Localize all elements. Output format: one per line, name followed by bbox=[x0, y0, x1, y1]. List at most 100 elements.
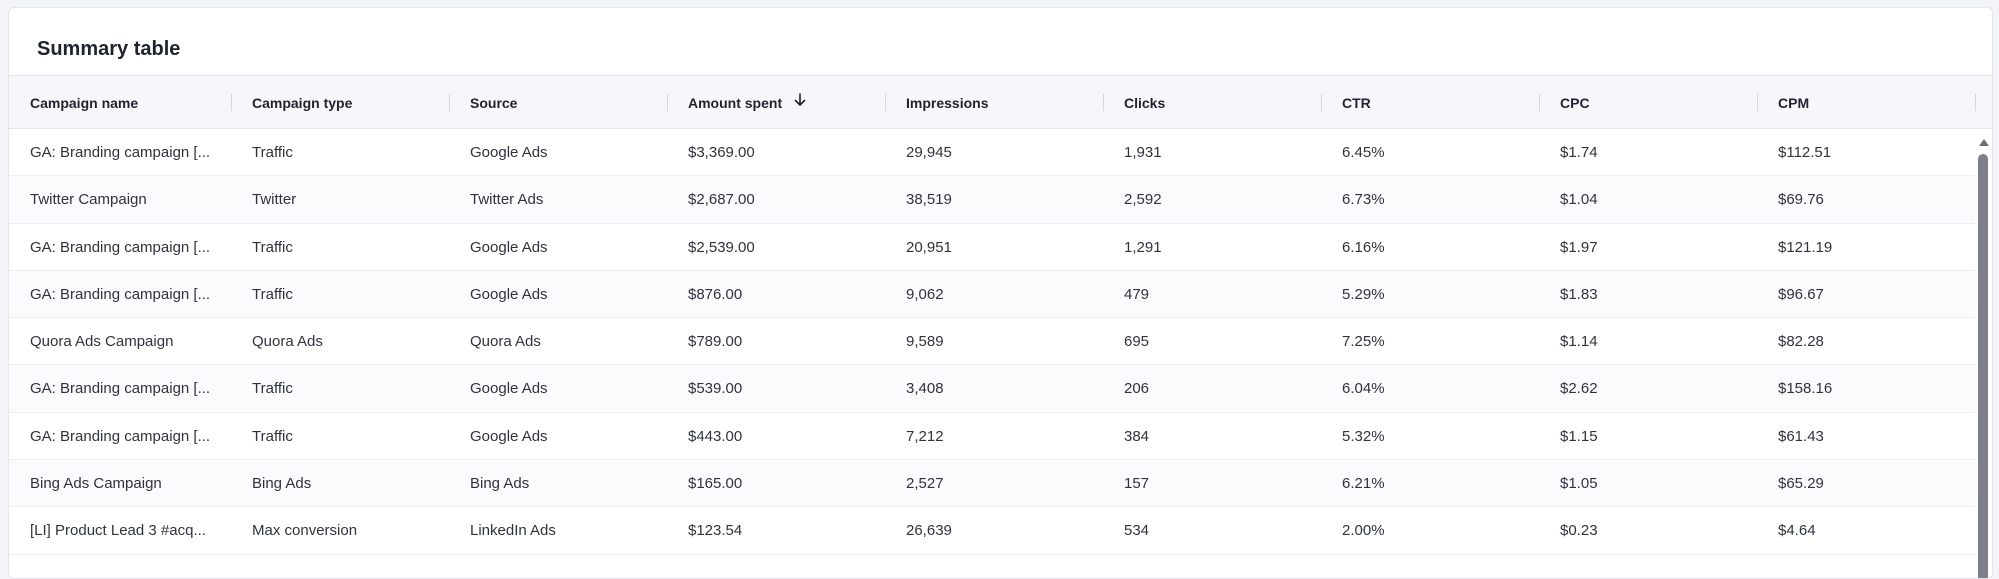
cell-amount-spent: $123.54 bbox=[688, 522, 743, 540]
cell-campaign-name: GA: Branding campaign [... bbox=[30, 285, 211, 303]
cell-cpc: $1.74 bbox=[1560, 144, 1598, 161]
cell-cpc: $0.23 bbox=[1560, 522, 1598, 540]
column-header-impressions[interactable]: Impressions bbox=[906, 76, 988, 130]
cell-source: Google Ads bbox=[470, 238, 548, 256]
column-resize-handle[interactable] bbox=[449, 94, 450, 111]
cell-source: Twitter Ads bbox=[470, 191, 544, 209]
cell-ctr: 5.32% bbox=[1342, 427, 1385, 445]
column-header-label: Amount spent bbox=[688, 95, 783, 111]
table-row[interactable]: GA: Branding campaign [... Traffic Google … bbox=[9, 129, 1975, 177]
cell-source: Google Ads bbox=[470, 380, 548, 398]
column-resize-handle[interactable] bbox=[231, 94, 232, 111]
column-resize-handle[interactable] bbox=[1321, 94, 1322, 111]
cell-ctr: 6.73% bbox=[1342, 191, 1385, 209]
scroll-up-icon[interactable] bbox=[1979, 139, 1989, 146]
cell-cpc: $2.62 bbox=[1560, 380, 1598, 398]
cell-campaign-type: Max conversion bbox=[252, 522, 358, 540]
column-resize-handle[interactable] bbox=[1975, 94, 1976, 111]
cell-clicks: 1,291 bbox=[1124, 238, 1162, 256]
cell-impressions: 3,408 bbox=[906, 380, 944, 398]
cell-campaign-name: GA: Branding campaign [... bbox=[30, 427, 211, 445]
cell-campaign-name: Quora Ads Campaign bbox=[30, 333, 174, 351]
cell-ctr: 6.16% bbox=[1342, 238, 1385, 256]
cell-cpm: $82.28 bbox=[1778, 333, 1824, 351]
cell-campaign-type: Traffic bbox=[252, 238, 293, 256]
cell-impressions: 9,062 bbox=[906, 285, 944, 303]
cell-impressions: 7,212 bbox=[906, 427, 944, 445]
table-row[interactable]: GA: Branding campaign [... Traffic Google … bbox=[9, 413, 1975, 461]
cell-amount-spent: $165.00 bbox=[688, 475, 743, 493]
table-row[interactable]: GA: Branding campaign [... Traffic Google … bbox=[9, 365, 1975, 413]
table-row[interactable]: GA: Branding campaign [... Traffic Google … bbox=[9, 270, 1975, 319]
column-header-campaign-name[interactable]: Campaign name bbox=[30, 76, 138, 130]
cell-campaign-name: GA: Branding campaign [... bbox=[30, 380, 211, 398]
table-body: GA: Branding campaign [... Traffic Google … bbox=[9, 129, 1975, 555]
cell-cpm: $158.16 bbox=[1778, 380, 1833, 398]
cell-impressions: 20,951 bbox=[906, 238, 952, 256]
cell-clicks: 2,592 bbox=[1124, 191, 1162, 209]
column-resize-handle[interactable] bbox=[1103, 94, 1104, 111]
table-header: Campaign name Campaign type Source Amoun… bbox=[9, 75, 1992, 129]
cell-cpc: $1.97 bbox=[1560, 238, 1598, 256]
cell-source: Bing Ads bbox=[470, 475, 530, 493]
column-resize-handle[interactable] bbox=[1539, 94, 1540, 111]
cell-cpm: $96.67 bbox=[1778, 285, 1824, 303]
cell-cpc: $1.14 bbox=[1560, 333, 1598, 351]
cell-campaign-name: Twitter Campaign bbox=[30, 191, 147, 209]
arrow-down-icon[interactable] bbox=[794, 75, 806, 129]
cell-cpm: $65.29 bbox=[1778, 475, 1824, 493]
cell-source: LinkedIn Ads bbox=[470, 522, 556, 540]
cell-cpc: $1.15 bbox=[1560, 427, 1598, 445]
cell-campaign-type: Quora Ads bbox=[252, 333, 323, 351]
column-header-cpc[interactable]: CPC bbox=[1560, 76, 1590, 130]
scrollbar-thumb[interactable] bbox=[1978, 154, 1988, 578]
column-resize-handle[interactable] bbox=[885, 94, 886, 111]
table-row[interactable]: Twitter Campaign Twitter Twitter Ads $2,687… bbox=[9, 176, 1975, 224]
cell-impressions: 29,945 bbox=[906, 144, 952, 161]
table-title: Summary table bbox=[37, 38, 181, 60]
table-row[interactable]: Quora Ads Campaign Quora Ads Quora Ads $789… bbox=[9, 318, 1975, 366]
cell-campaign-name: GA: Branding campaign [... bbox=[30, 144, 211, 161]
table-row[interactable]: GA: Branding campaign [... Traffic Google … bbox=[9, 224, 1975, 271]
column-header-source[interactable]: Source bbox=[470, 76, 517, 130]
cell-ctr: 6.45% bbox=[1342, 144, 1385, 161]
vertical-scrollbar[interactable] bbox=[1975, 129, 1992, 578]
cell-impressions: 2,527 bbox=[906, 475, 944, 493]
cell-clicks: 1,931 bbox=[1124, 144, 1162, 161]
column-header-ctr[interactable]: CTR bbox=[1342, 76, 1371, 130]
cell-ctr: 6.04% bbox=[1342, 380, 1385, 398]
column-header-campaign-type[interactable]: Campaign type bbox=[252, 76, 352, 130]
cell-amount-spent: $2,539.00 bbox=[688, 238, 755, 256]
cell-ctr: 7.25% bbox=[1342, 333, 1385, 351]
cell-cpm: $121.19 bbox=[1778, 238, 1833, 256]
table-row[interactable]: [LI] Product Lead 3 #acq... Max conversio… bbox=[9, 507, 1975, 555]
cell-clicks: 206 bbox=[1124, 380, 1150, 398]
table-row[interactable]: Bing Ads Campaign Bing Ads Bing Ads $165.00… bbox=[9, 460, 1975, 508]
cell-clicks: 534 bbox=[1124, 522, 1150, 540]
cell-campaign-name: [LI] Product Lead 3 #acq... bbox=[30, 522, 206, 540]
column-resize-handle[interactable] bbox=[1757, 94, 1758, 111]
cell-amount-spent: $3,369.00 bbox=[688, 144, 755, 161]
column-header-cpm[interactable]: CPM bbox=[1778, 76, 1809, 130]
cell-cpm: $112.51 bbox=[1778, 144, 1832, 161]
summary-table-card: Summary table Campaign name Campaign typ… bbox=[8, 7, 1993, 579]
cell-ctr: 5.29% bbox=[1342, 285, 1385, 303]
cell-campaign-name: Bing Ads Campaign bbox=[30, 475, 162, 493]
cell-cpc: $1.83 bbox=[1560, 285, 1598, 303]
cell-campaign-type: Traffic bbox=[252, 285, 293, 303]
cell-amount-spent: $443.00 bbox=[688, 427, 743, 445]
cell-campaign-type: Traffic bbox=[252, 427, 293, 445]
cell-campaign-name: GA: Branding campaign [... bbox=[30, 238, 211, 256]
cell-source: Google Ads bbox=[470, 427, 548, 445]
cell-cpm: $61.43 bbox=[1778, 427, 1824, 445]
cell-clicks: 157 bbox=[1124, 475, 1150, 493]
cell-amount-spent: $789.00 bbox=[688, 333, 743, 351]
cell-ctr: 6.21% bbox=[1342, 475, 1385, 493]
column-resize-handle[interactable] bbox=[667, 94, 668, 111]
cell-ctr: 2.00% bbox=[1342, 522, 1385, 540]
cell-cpc: $1.04 bbox=[1560, 191, 1598, 209]
column-header-clicks[interactable]: Clicks bbox=[1124, 76, 1165, 130]
cell-clicks: 695 bbox=[1124, 333, 1150, 351]
column-header-amount-spent[interactable]: Amount spent bbox=[688, 76, 806, 130]
cell-amount-spent: $539.00 bbox=[688, 380, 743, 398]
